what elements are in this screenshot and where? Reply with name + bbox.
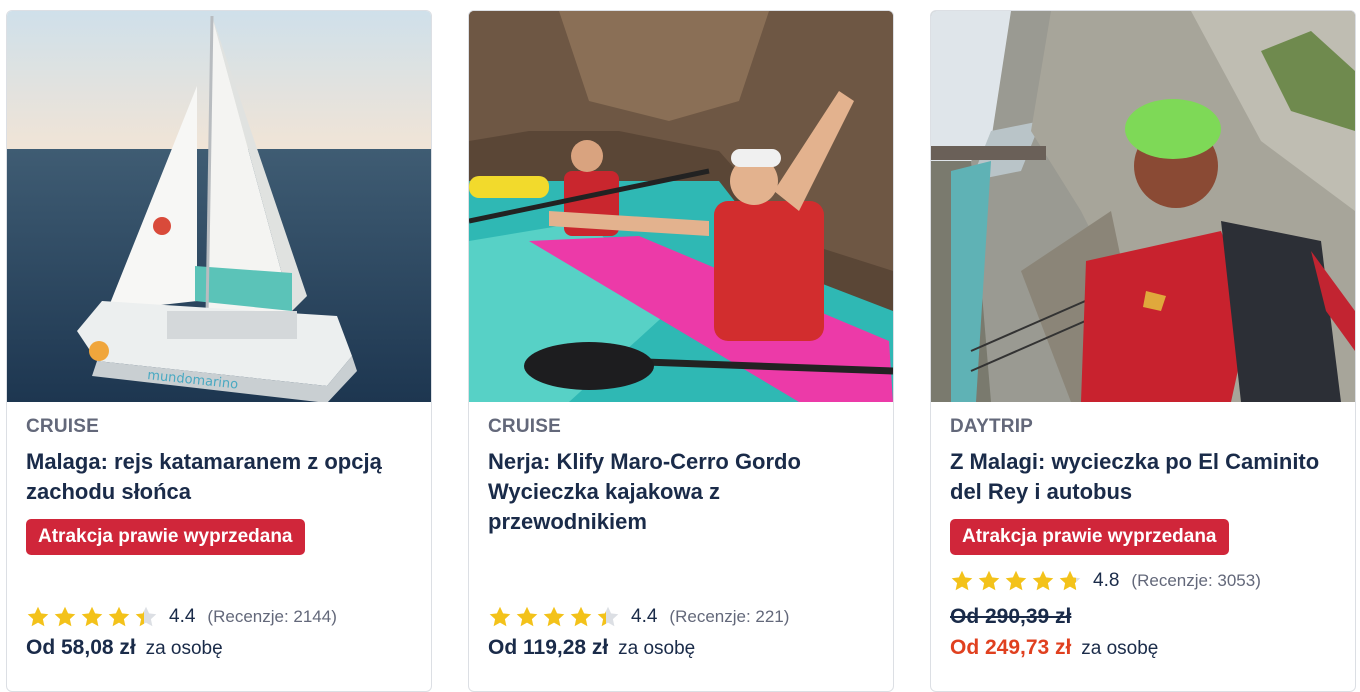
- review-count: (Recenzje: 2144): [207, 607, 337, 626]
- star-icon: [1005, 570, 1027, 591]
- caminito-photo[interactable]: [931, 11, 1355, 402]
- price: Od 249,73 zł za osobę: [950, 636, 1158, 660]
- rating-stars: [26, 605, 161, 629]
- activity-card[interactable]: mundomarino CRUISE Malaga: rejs katamara…: [6, 10, 432, 692]
- star-icon: [951, 570, 973, 591]
- category-label: DAYTRIP: [950, 416, 1034, 437]
- star-icon: [489, 606, 511, 627]
- star-icon: [570, 606, 592, 627]
- category-label: CRUISE: [488, 416, 561, 437]
- star-icon: [27, 606, 49, 627]
- star-icon: [543, 606, 565, 627]
- rating: 4.4 (Recenzje: 2144): [26, 604, 337, 630]
- catamaran-photo[interactable]: mundomarino: [7, 11, 431, 402]
- price: Od 119,28 zł za osobę: [488, 636, 695, 660]
- activity-title[interactable]: Malaga: rejs katamaranem z opcją zachodu…: [26, 447, 416, 507]
- price-unit: za osobę: [1081, 638, 1159, 659]
- review-count: (Recenzje: 221): [669, 607, 790, 626]
- rating-score: 4.4: [631, 606, 658, 627]
- price-unit: za osobę: [145, 638, 223, 659]
- star-icon: [108, 606, 130, 627]
- star-icon: [135, 606, 157, 627]
- rating: 4.8 (Recenzje: 3053): [950, 568, 1261, 594]
- price-unit: za osobę: [618, 638, 696, 659]
- sale-price-amount: Od 249,73 zł: [950, 636, 1072, 659]
- activity-card[interactable]: DAYTRIP Z Malagi: wycieczka po El Camini…: [930, 10, 1356, 692]
- review-count: (Recenzje: 3053): [1131, 571, 1261, 590]
- likely-sell-out-badge: Atrakcja prawie wyprzedana: [950, 519, 1229, 555]
- activity-title[interactable]: Nerja: Klify Maro-Cerro Gordo Wycieczka …: [488, 447, 878, 537]
- star-icon: [54, 606, 76, 627]
- star-icon: [978, 570, 1000, 591]
- rating: 4.4 (Recenzje: 221): [488, 604, 789, 630]
- star-icon: [1032, 570, 1054, 591]
- category-label: CRUISE: [26, 416, 99, 437]
- price-amount: Od 119,28 zł: [488, 636, 609, 659]
- original-price: Od 290,39 zł: [950, 605, 1072, 628]
- rating-score: 4.4: [169, 606, 196, 627]
- star-icon: [81, 606, 103, 627]
- price-amount: Od 58,08 zł: [26, 636, 136, 659]
- activity-card[interactable]: CRUISE Nerja: Klify Maro-Cerro Gordo Wyc…: [468, 10, 894, 692]
- likely-sell-out-badge: Atrakcja prawie wyprzedana: [26, 519, 305, 555]
- rating-stars: [488, 605, 623, 629]
- star-icon: [597, 606, 619, 627]
- star-icon: [516, 606, 538, 627]
- activity-title[interactable]: Z Malagi: wycieczka po El Caminito del R…: [950, 447, 1340, 507]
- price: Od 58,08 zł za osobę: [26, 636, 223, 660]
- star-icon: [1059, 570, 1081, 591]
- rating-score: 4.8: [1093, 570, 1120, 591]
- kayak-photo[interactable]: [469, 11, 893, 402]
- rating-stars: [950, 569, 1085, 593]
